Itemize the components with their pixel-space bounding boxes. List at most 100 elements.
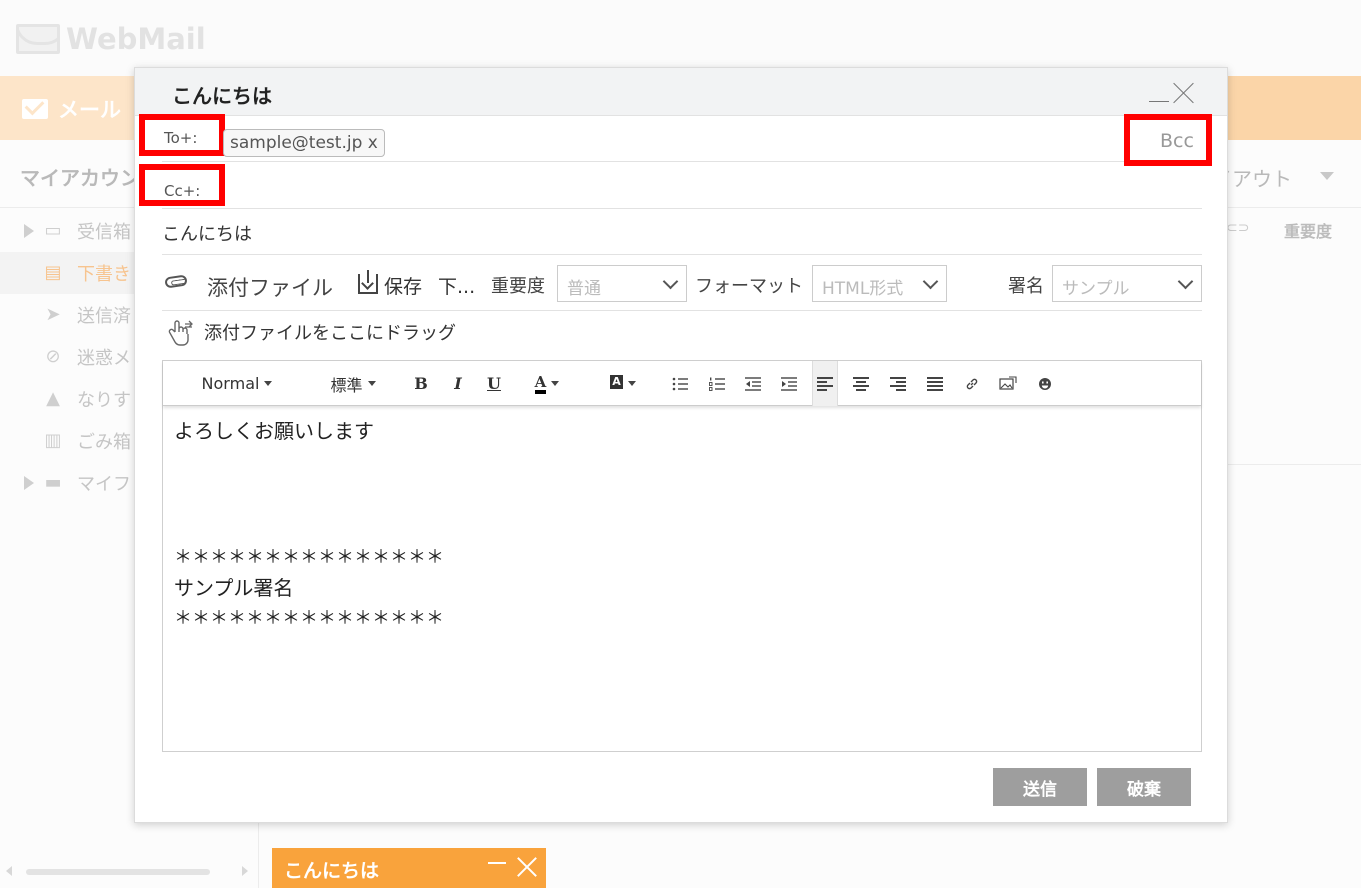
sidebar-item-my-folders[interactable]: ▬ マイフ — [0, 462, 135, 504]
nav-bar-right — [1221, 76, 1361, 140]
body-line: よろしくお願いします — [174, 419, 374, 443]
font-size-dropdown[interactable]: 標準 — [323, 361, 383, 406]
discard-button[interactable]: 破棄 — [1097, 768, 1191, 806]
close-icon[interactable] — [516, 856, 538, 878]
font-color-icon: A — [534, 374, 547, 394]
cc-label: Cc+: — [164, 182, 201, 200]
bcc-label: Bcc — [1160, 130, 1194, 152]
save-icon[interactable] — [358, 270, 378, 294]
sidebar-item-label: 送信済 — [77, 306, 131, 327]
folder-icon: ▬ — [44, 472, 62, 493]
sidebar-item-label: 受信箱 — [77, 222, 131, 243]
outdent-icon[interactable] — [742, 361, 764, 406]
signature-value: サンプル — [1062, 279, 1130, 299]
trash-icon: ▥ — [44, 430, 62, 451]
align-justify-icon[interactable] — [924, 361, 946, 406]
bg-color-dropdown[interactable]: A — [603, 361, 643, 406]
image-icon[interactable] — [997, 361, 1019, 406]
body-line: サンプル署名 — [174, 576, 294, 600]
drag-hand-icon — [168, 320, 193, 346]
numbered-list-icon[interactable] — [706, 361, 728, 406]
sidebar-item-label: ごみ箱 — [77, 432, 131, 453]
subject-field[interactable]: こんにちは — [162, 220, 252, 246]
link-icon[interactable] — [961, 361, 983, 406]
minimized-compose-tab[interactable]: こんにちは — [272, 848, 546, 888]
my-account-label[interactable]: マイアカウン — [20, 162, 140, 191]
indent-icon[interactable] — [778, 361, 800, 406]
logo-text: WebMail — [66, 22, 206, 56]
to-label: To+: — [164, 129, 198, 147]
app-logo: WebMail — [16, 22, 206, 56]
minimize-icon[interactable] — [1149, 101, 1169, 102]
sidebar-item-spoofing[interactable]: ▲ なりす — [0, 378, 135, 420]
bg-color-icon: A — [610, 375, 623, 392]
sidebar-item-sent[interactable]: ➤ 送信済 — [0, 294, 135, 336]
minimize-icon[interactable] — [488, 862, 506, 864]
body-line: ＊＊＊＊＊＊＊＊＊＊＊＊＊＊＊ — [174, 547, 444, 568]
dialog-title-bar: こんにちは — [135, 68, 1227, 116]
align-center-icon[interactable] — [850, 361, 872, 406]
sidebar-item-trash[interactable]: ▥ ごみ箱 — [0, 420, 135, 462]
importance-label: 重要度 — [491, 276, 545, 297]
close-icon[interactable] — [1173, 82, 1195, 104]
sidebar-item-drafts[interactable]: ▤ 下書き — [0, 252, 135, 294]
caret-right-icon[interactable] — [24, 476, 34, 490]
attach-file-button[interactable]: 添付ファイル — [207, 272, 333, 302]
sidebar-item-label: なりす — [77, 390, 131, 411]
send-button[interactable]: 送信 — [993, 768, 1087, 806]
minimized-tab-title: こんにちは — [284, 860, 380, 882]
underline-button[interactable]: U — [481, 361, 507, 406]
importance-select[interactable]: 普通 — [557, 265, 687, 302]
scroll-left-icon[interactable] — [6, 866, 12, 876]
inbox-icon: ▭ — [44, 220, 62, 241]
signature-select[interactable]: サンプル — [1052, 265, 1202, 302]
signature-label: 署名 — [1008, 276, 1044, 297]
divider — [258, 822, 259, 888]
divider — [162, 161, 1202, 162]
caret-right-icon[interactable] — [24, 224, 34, 238]
font-format-dropdown[interactable]: Normal — [197, 361, 277, 406]
chevron-down-icon — [1320, 172, 1334, 180]
horizontal-scrollbar[interactable] — [26, 869, 210, 875]
sidebar-item-label: マイフ — [77, 474, 131, 495]
mail-icon — [22, 99, 48, 119]
format-value: HTML形式 — [822, 279, 904, 299]
draft-button[interactable]: 下... — [438, 272, 475, 299]
nav-mail-tab[interactable]: メール — [22, 94, 121, 124]
bullet-list-icon[interactable] — [669, 361, 691, 406]
importance-value: 普通 — [567, 279, 601, 299]
body-line: ＊＊＊＊＊＊＊＊＊＊＊＊＊＊＊ — [174, 608, 444, 629]
bcc-button[interactable]: Bcc — [1124, 114, 1212, 166]
sidebar-item-inbox[interactable]: ▭ 受信箱 — [0, 210, 135, 252]
scroll-right-icon[interactable] — [242, 866, 248, 876]
chevron-down-icon — [922, 273, 939, 290]
divider — [162, 254, 1202, 255]
align-right-icon[interactable] — [887, 361, 909, 406]
chevron-down-icon — [662, 273, 679, 290]
dialog-title: こんにちは — [172, 84, 272, 108]
to-field-button[interactable]: To+: — [139, 114, 225, 156]
chevron-down-icon — [1177, 273, 1194, 290]
sidebar-item-spam[interactable]: ⊘ 迷惑メ — [0, 336, 135, 378]
envelope-icon — [16, 24, 60, 54]
recipient-chip[interactable]: sample@test.jp x — [223, 129, 385, 157]
drag-hint-text: 添付ファイルをここにドラッグ — [204, 323, 456, 344]
send-icon: ➤ — [45, 304, 61, 325]
save-button[interactable]: 保存 — [384, 272, 422, 299]
spam-icon: ⊘ — [45, 346, 61, 367]
divider — [162, 310, 1202, 311]
message-editor[interactable]: Normal 標準 B I U A A よろしくお願いします ＊＊＊＊＊＊＊＊＊… — [162, 360, 1202, 752]
cc-field-button[interactable]: Cc+: — [139, 164, 225, 206]
editor-toolbar: Normal 標準 B I U A A — [163, 361, 1201, 406]
font-color-dropdown[interactable]: A — [527, 361, 567, 406]
format-select[interactable]: HTML形式 — [812, 265, 947, 302]
emoji-icon[interactable] — [1034, 361, 1056, 406]
paperclip-icon[interactable] — [164, 274, 188, 289]
align-left-icon[interactable] — [812, 361, 838, 406]
nav-mail-label: メール — [58, 98, 121, 122]
bold-button[interactable]: B — [408, 361, 434, 406]
sidebar-item-label: 下書き — [77, 264, 131, 285]
italic-button[interactable]: I — [445, 361, 471, 406]
compose-dialog: こんにちは To+: sample@test.jp x Bcc Cc+: こんに… — [134, 67, 1228, 823]
column-header-importance[interactable]: 重要度 — [1284, 218, 1332, 242]
